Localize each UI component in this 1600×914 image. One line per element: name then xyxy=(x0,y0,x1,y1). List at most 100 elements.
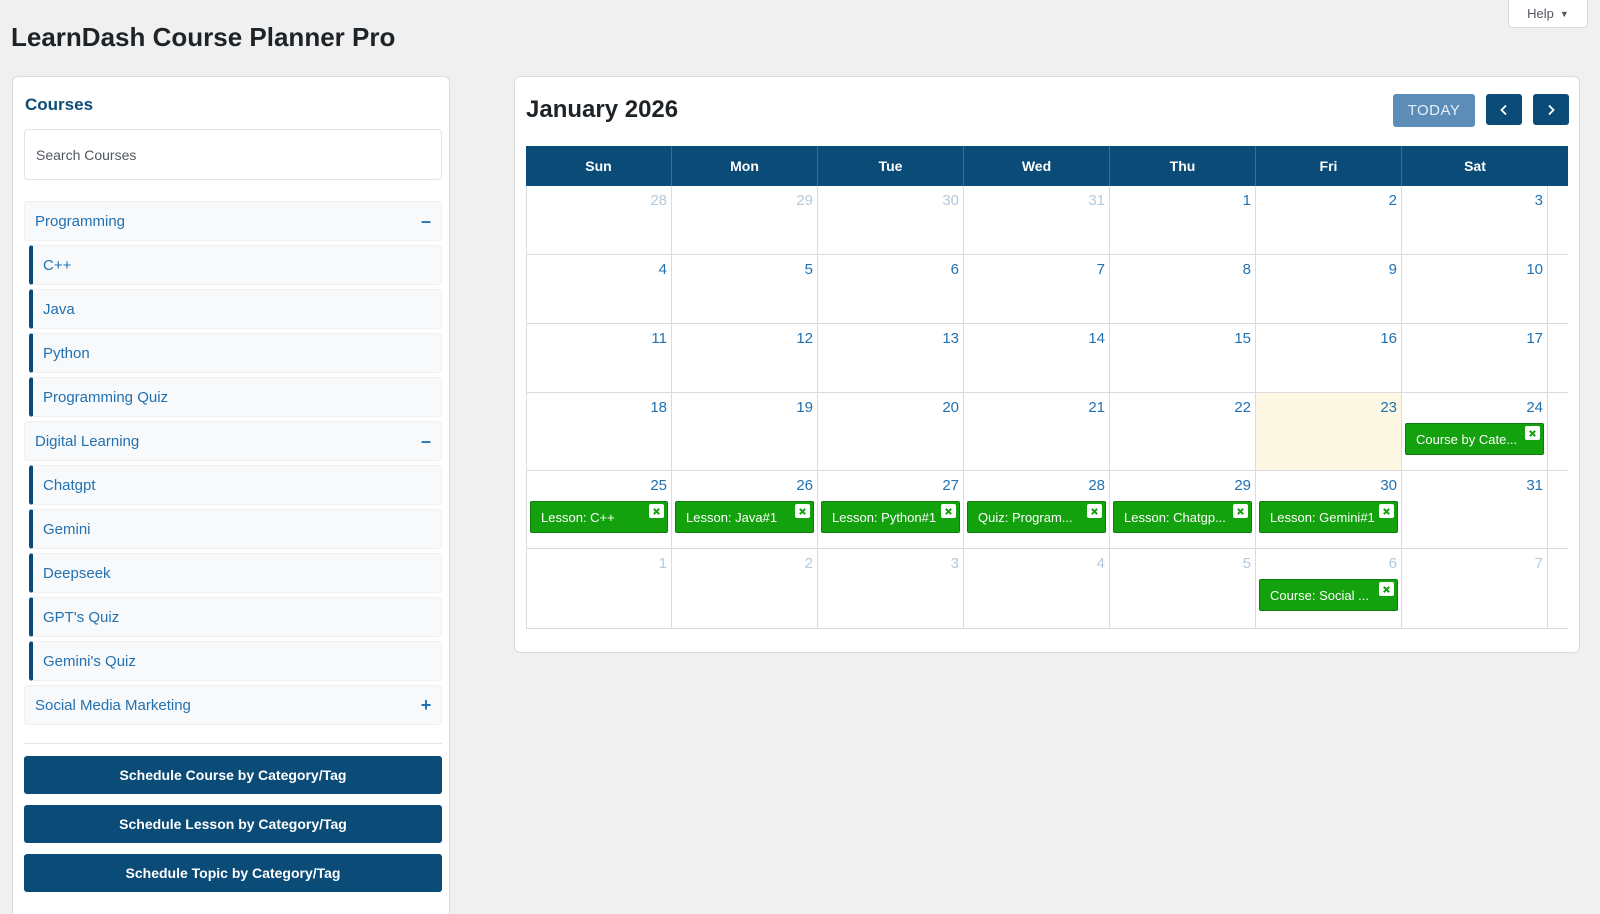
close-icon[interactable] xyxy=(1379,504,1394,518)
calendar-event[interactable]: Quiz: Program... xyxy=(967,501,1106,533)
calendar-day[interactable]: 3 xyxy=(818,549,964,628)
category-label: Digital Learning xyxy=(35,432,140,450)
calendar-day[interactable]: 26 Lesson: Java#1 xyxy=(672,471,818,548)
search-courses-input[interactable] xyxy=(24,129,442,180)
calendar-day[interactable]: 18 xyxy=(526,393,672,470)
calendar-day[interactable]: 28 xyxy=(526,186,672,254)
close-icon[interactable] xyxy=(649,504,664,518)
calendar-grid: Sun Mon Tue Wed Thu Fri Sat 28 29 30 31 1 2 3 4 5 6 7 8 9 10… xyxy=(526,146,1568,629)
calendar-day[interactable]: 19 xyxy=(672,393,818,470)
course-item-gpt-s-quiz[interactable]: GPT's Quiz xyxy=(29,597,442,637)
calendar-day[interactable]: 1 xyxy=(1110,186,1256,254)
calendar-day[interactable]: 29 xyxy=(672,186,818,254)
calendar-day[interactable]: 10 xyxy=(1402,255,1548,323)
calendar-day-today[interactable]: 23 xyxy=(1256,393,1402,470)
calendar-day[interactable]: 5 xyxy=(1110,549,1256,628)
close-icon[interactable] xyxy=(1233,504,1248,518)
close-icon[interactable] xyxy=(1379,582,1394,596)
calendar-day[interactable]: 29 Lesson: Chatgp... xyxy=(1110,471,1256,548)
category-social-media-marketing[interactable]: Social Media Marketing + xyxy=(24,685,442,725)
close-icon[interactable] xyxy=(941,504,956,518)
next-month-button[interactable] xyxy=(1533,94,1569,125)
close-icon[interactable] xyxy=(1087,504,1102,518)
calendar-day[interactable]: 27 Lesson: Python#1 xyxy=(818,471,964,548)
calendar-day[interactable]: 6 Course: Social ... xyxy=(1256,549,1402,628)
course-item-c[interactable]: C++ xyxy=(29,245,442,285)
help-button[interactable]: Help ▼ xyxy=(1508,0,1588,28)
calendar-day[interactable]: 13 xyxy=(818,324,964,392)
day-number: 9 xyxy=(1388,261,1397,278)
help-label: Help xyxy=(1527,6,1554,21)
course-item-java[interactable]: Java xyxy=(29,289,442,329)
calendar-day[interactable]: 8 xyxy=(1110,255,1256,323)
calendar-day[interactable]: 22 xyxy=(1110,393,1256,470)
calendar-day[interactable]: 9 xyxy=(1256,255,1402,323)
calendar-day[interactable]: 5 xyxy=(672,255,818,323)
category-digital-learning[interactable]: Digital Learning – xyxy=(24,421,442,461)
today-button[interactable]: TODAY xyxy=(1393,94,1475,127)
calendar-day[interactable]: 17 xyxy=(1402,324,1548,392)
course-item-python[interactable]: Python xyxy=(29,333,442,373)
collapse-icon[interactable]: – xyxy=(419,432,433,450)
prev-month-button[interactable] xyxy=(1486,94,1522,125)
day-number: 30 xyxy=(1380,477,1397,494)
calendar-day[interactable]: 7 xyxy=(964,255,1110,323)
calendar-day[interactable]: 6 xyxy=(818,255,964,323)
course-item-deepseek[interactable]: Deepseek xyxy=(29,553,442,593)
calendar-day[interactable]: 30 Lesson: Gemini#1 xyxy=(1256,471,1402,548)
calendar-event[interactable]: Lesson: Chatgp... xyxy=(1113,501,1252,533)
close-icon[interactable] xyxy=(1525,426,1540,440)
calendar-day[interactable]: 11 xyxy=(526,324,672,392)
calendar-event[interactable]: Lesson: Python#1 xyxy=(821,501,960,533)
calendar-day[interactable]: 31 xyxy=(1402,471,1548,548)
calendar-event[interactable]: Lesson: C++ xyxy=(530,501,668,533)
calendar-day[interactable]: 30 xyxy=(818,186,964,254)
calendar-week: 25 Lesson: C++ 26 Lesson: Java#1 27 Lesson: P… xyxy=(526,471,1568,549)
calendar-day[interactable]: 4 xyxy=(526,255,672,323)
day-number: 29 xyxy=(1234,477,1251,494)
calendar-day[interactable]: 2 xyxy=(1256,186,1402,254)
day-number: 15 xyxy=(1234,330,1251,347)
calendar-day[interactable]: 3 xyxy=(1402,186,1548,254)
schedule-schedule-lesson-button[interactable]: Schedule Lesson by Category/Tag xyxy=(24,805,442,843)
schedule-schedule-course-button[interactable]: Schedule Course by Category/Tag xyxy=(24,756,442,794)
calendar-event[interactable]: Course by Cate... xyxy=(1405,423,1544,455)
category-label: Programming xyxy=(35,212,126,230)
close-icon[interactable] xyxy=(795,504,810,518)
day-number: 21 xyxy=(1088,399,1105,416)
day-number: 20 xyxy=(942,399,959,416)
calendar-day[interactable]: 14 xyxy=(964,324,1110,392)
calendar-day[interactable]: 28 Quiz: Program... xyxy=(964,471,1110,548)
expand-icon[interactable]: + xyxy=(419,696,433,714)
calendar-day[interactable]: 15 xyxy=(1110,324,1256,392)
category-programming[interactable]: Programming – xyxy=(24,201,442,241)
calendar-day[interactable]: 31 xyxy=(964,186,1110,254)
calendar-event[interactable]: Lesson: Gemini#1 xyxy=(1259,501,1398,533)
collapse-icon[interactable]: – xyxy=(419,212,433,230)
day-number: 16 xyxy=(1380,330,1397,347)
calendar-day[interactable]: 7 xyxy=(1402,549,1548,628)
course-item-gemini[interactable]: Gemini xyxy=(29,509,442,549)
course-label: Gemini xyxy=(43,520,91,538)
calendar-event[interactable]: Course: Social ... xyxy=(1259,579,1398,611)
course-item-chatgpt[interactable]: Chatgpt xyxy=(29,465,442,505)
day-number: 31 xyxy=(1526,477,1543,494)
calendar-day[interactable]: 24 Course by Cate... xyxy=(1402,393,1548,470)
calendar-day[interactable]: 25 Lesson: C++ xyxy=(526,471,672,548)
course-item-programming-quiz[interactable]: Programming Quiz xyxy=(29,377,442,417)
day-number: 4 xyxy=(658,261,667,278)
day-number: 1 xyxy=(658,555,667,572)
day-header-thu: Thu xyxy=(1110,146,1256,186)
calendar-day[interactable]: 16 xyxy=(1256,324,1402,392)
calendar-day[interactable]: 1 xyxy=(526,549,672,628)
calendar-event[interactable]: Lesson: Java#1 xyxy=(675,501,814,533)
calendar-day[interactable]: 12 xyxy=(672,324,818,392)
day-number: 14 xyxy=(1088,330,1105,347)
calendar-day[interactable]: 21 xyxy=(964,393,1110,470)
calendar-day[interactable]: 2 xyxy=(672,549,818,628)
calendar-day[interactable]: 4 xyxy=(964,549,1110,628)
event-label: Quiz: Program... xyxy=(978,509,1073,525)
course-item-gemini-s-quiz[interactable]: Gemini's Quiz xyxy=(29,641,442,681)
schedule-schedule-topic-button[interactable]: Schedule Topic by Category/Tag xyxy=(24,854,442,892)
calendar-day[interactable]: 20 xyxy=(818,393,964,470)
